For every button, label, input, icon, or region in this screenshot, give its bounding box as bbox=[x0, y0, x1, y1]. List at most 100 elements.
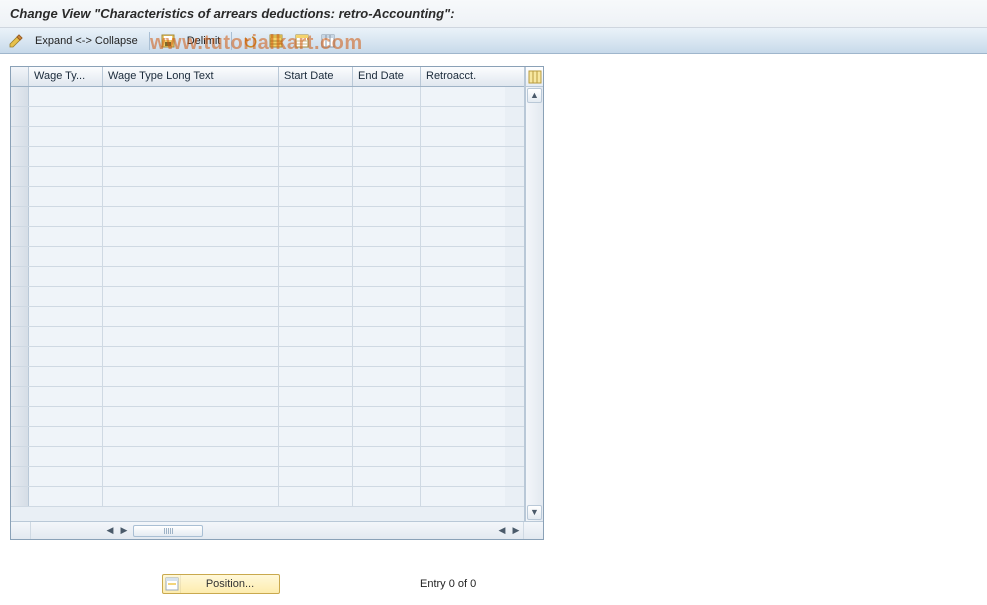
cell-wage-type[interactable] bbox=[29, 407, 103, 426]
cell-wage-type-long[interactable] bbox=[103, 247, 279, 266]
cell-end-date[interactable] bbox=[353, 427, 421, 446]
cell-end-date[interactable] bbox=[353, 287, 421, 306]
edit-icon[interactable] bbox=[6, 31, 26, 51]
cell-start-date[interactable] bbox=[279, 347, 353, 366]
cell-wage-type-long[interactable] bbox=[103, 487, 279, 506]
cell-wage-type-long[interactable] bbox=[103, 167, 279, 186]
cell-wage-type-long[interactable] bbox=[103, 427, 279, 446]
cell-end-date[interactable] bbox=[353, 227, 421, 246]
cell-retroacct[interactable] bbox=[421, 267, 505, 286]
row-selector[interactable] bbox=[11, 247, 29, 266]
cell-end-date[interactable] bbox=[353, 387, 421, 406]
cell-start-date[interactable] bbox=[279, 307, 353, 326]
cell-wage-type[interactable] bbox=[29, 347, 103, 366]
cell-start-date[interactable] bbox=[279, 187, 353, 206]
cell-start-date[interactable] bbox=[279, 487, 353, 506]
row-selector[interactable] bbox=[11, 87, 29, 106]
cell-start-date[interactable] bbox=[279, 127, 353, 146]
cell-wage-type[interactable] bbox=[29, 227, 103, 246]
cell-retroacct[interactable] bbox=[421, 407, 505, 426]
cell-end-date[interactable] bbox=[353, 147, 421, 166]
cell-start-date[interactable] bbox=[279, 447, 353, 466]
expand-collapse-button[interactable]: Expand <-> Collapse bbox=[32, 35, 141, 47]
cell-start-date[interactable] bbox=[279, 427, 353, 446]
cell-retroacct[interactable] bbox=[421, 287, 505, 306]
cell-wage-type[interactable] bbox=[29, 487, 103, 506]
cell-wage-type-long[interactable] bbox=[103, 467, 279, 486]
cell-wage-type-long[interactable] bbox=[103, 187, 279, 206]
row-selector[interactable] bbox=[11, 147, 29, 166]
cell-wage-type-long[interactable] bbox=[103, 227, 279, 246]
row-selector[interactable] bbox=[11, 427, 29, 446]
column-header-wage-type[interactable]: Wage Ty... bbox=[29, 67, 103, 86]
undo-icon[interactable] bbox=[240, 31, 260, 51]
table-settings-icon[interactable] bbox=[318, 31, 338, 51]
cell-wage-type[interactable] bbox=[29, 187, 103, 206]
row-selector[interactable] bbox=[11, 467, 29, 486]
cell-end-date[interactable] bbox=[353, 267, 421, 286]
row-selector[interactable] bbox=[11, 367, 29, 386]
cell-end-date[interactable] bbox=[353, 167, 421, 186]
cell-retroacct[interactable] bbox=[421, 487, 505, 506]
vscroll-track[interactable] bbox=[526, 104, 543, 504]
cell-start-date[interactable] bbox=[279, 367, 353, 386]
column-header-wage-type-long[interactable]: Wage Type Long Text bbox=[103, 67, 279, 86]
cell-start-date[interactable] bbox=[279, 227, 353, 246]
cell-wage-type[interactable] bbox=[29, 147, 103, 166]
cell-start-date[interactable] bbox=[279, 207, 353, 226]
cell-wage-type-long[interactable] bbox=[103, 447, 279, 466]
column-header-end-date[interactable]: End Date bbox=[353, 67, 421, 86]
row-selector[interactable] bbox=[11, 107, 29, 126]
cell-wage-type[interactable] bbox=[29, 247, 103, 266]
cell-retroacct[interactable] bbox=[421, 327, 505, 346]
cell-end-date[interactable] bbox=[353, 407, 421, 426]
cell-retroacct[interactable] bbox=[421, 467, 505, 486]
cell-retroacct[interactable] bbox=[421, 447, 505, 466]
deselect-all-icon[interactable] bbox=[292, 31, 312, 51]
cell-start-date[interactable] bbox=[279, 247, 353, 266]
cell-wage-type[interactable] bbox=[29, 367, 103, 386]
cell-wage-type-long[interactable] bbox=[103, 127, 279, 146]
cell-retroacct[interactable] bbox=[421, 387, 505, 406]
cell-retroacct[interactable] bbox=[421, 427, 505, 446]
row-selector[interactable] bbox=[11, 327, 29, 346]
cell-wage-type-long[interactable] bbox=[103, 147, 279, 166]
cell-wage-type[interactable] bbox=[29, 127, 103, 146]
cell-retroacct[interactable] bbox=[421, 367, 505, 386]
cell-retroacct[interactable] bbox=[421, 307, 505, 326]
cell-wage-type[interactable] bbox=[29, 427, 103, 446]
column-header-retroacct[interactable]: Retroacct. bbox=[421, 67, 505, 86]
cell-wage-type-long[interactable] bbox=[103, 407, 279, 426]
cell-retroacct[interactable] bbox=[421, 347, 505, 366]
cell-wage-type-long[interactable] bbox=[103, 307, 279, 326]
scroll-down-button[interactable]: ▼ bbox=[527, 505, 542, 520]
cell-wage-type-long[interactable] bbox=[103, 387, 279, 406]
row-selector[interactable] bbox=[11, 187, 29, 206]
cell-end-date[interactable] bbox=[353, 327, 421, 346]
cell-retroacct[interactable] bbox=[421, 107, 505, 126]
cell-retroacct[interactable] bbox=[421, 87, 505, 106]
cell-end-date[interactable] bbox=[353, 247, 421, 266]
cell-wage-type-long[interactable] bbox=[103, 367, 279, 386]
save-icon[interactable] bbox=[158, 31, 178, 51]
cell-wage-type-long[interactable] bbox=[103, 327, 279, 346]
cell-wage-type-long[interactable] bbox=[103, 267, 279, 286]
scroll-up-button[interactable]: ▲ bbox=[527, 88, 542, 103]
cell-end-date[interactable] bbox=[353, 367, 421, 386]
cell-retroacct[interactable] bbox=[421, 227, 505, 246]
cell-start-date[interactable] bbox=[279, 267, 353, 286]
cell-wage-type[interactable] bbox=[29, 267, 103, 286]
cell-end-date[interactable] bbox=[353, 127, 421, 146]
row-selector[interactable] bbox=[11, 287, 29, 306]
hscroll-thumb[interactable] bbox=[133, 525, 203, 537]
cell-wage-type[interactable] bbox=[29, 307, 103, 326]
cell-retroacct[interactable] bbox=[421, 147, 505, 166]
scroll-right-prev-button[interactable]: ◀ bbox=[495, 524, 509, 538]
row-selector[interactable] bbox=[11, 307, 29, 326]
cell-wage-type-long[interactable] bbox=[103, 107, 279, 126]
row-selector[interactable] bbox=[11, 387, 29, 406]
cell-wage-type[interactable] bbox=[29, 387, 103, 406]
cell-retroacct[interactable] bbox=[421, 167, 505, 186]
cell-end-date[interactable] bbox=[353, 87, 421, 106]
cell-wage-type[interactable] bbox=[29, 287, 103, 306]
